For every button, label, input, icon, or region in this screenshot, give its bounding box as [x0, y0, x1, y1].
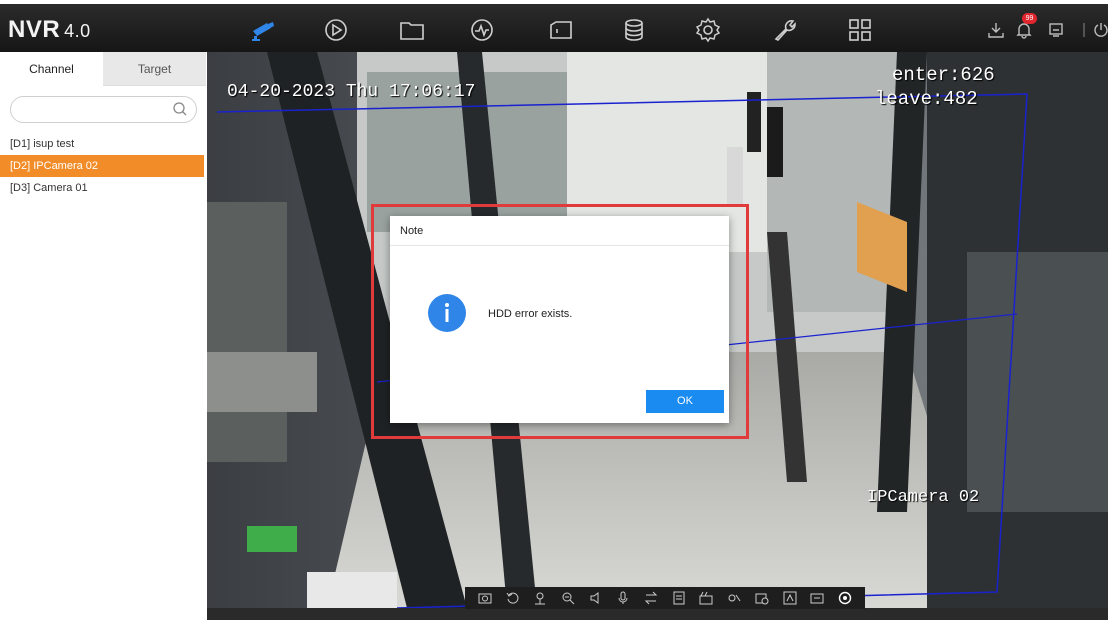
channel-item-d1[interactable]: [D1] isup test [0, 133, 204, 155]
live-view-icon[interactable] [248, 15, 278, 45]
search-input[interactable] [21, 97, 171, 122]
dialog-title: Note [400, 225, 424, 237]
top-navigation-bar: NVR 4.0 99 [0, 0, 1108, 52]
osd-timestamp: 04-20-2023 Thu 17:06:17 [227, 82, 476, 102]
clip-icon[interactable] [698, 590, 714, 606]
zoom-out-icon[interactable] [560, 590, 576, 606]
capture-icon[interactable] [477, 590, 493, 606]
dialog-message: HDD error exists. [488, 308, 573, 320]
download-icon[interactable] [985, 19, 1007, 41]
lock-screen-icon[interactable] [1045, 19, 1067, 41]
maintenance-icon[interactable] [770, 15, 800, 45]
note-dialog: Note HDD error exists. OK [390, 216, 729, 423]
status-icon[interactable] [809, 590, 825, 606]
target-tracking-icon[interactable] [837, 590, 853, 606]
tab-channel[interactable]: Channel [0, 52, 103, 86]
menu-grid-icon[interactable] [845, 15, 875, 45]
channel-item-d2[interactable]: [D2] IPCamera 02 [0, 155, 204, 177]
osd-camera-name: IPCamera 02 [867, 488, 980, 507]
channel-search [10, 96, 197, 123]
camera-management-icon[interactable] [546, 15, 576, 45]
channel-item-d3[interactable]: [D3] Camera 01 [0, 177, 204, 199]
app-logo: NVR 4.0 [8, 16, 91, 44]
channel-panel: Channel Target [D1] isup test [D2] IPCam… [0, 52, 207, 620]
stream-switch-icon[interactable] [643, 590, 659, 606]
camera-settings-icon[interactable] [754, 590, 770, 606]
smart-analysis-icon[interactable] [467, 15, 497, 45]
instant-playback-icon[interactable] [505, 590, 521, 606]
ptz-icon[interactable] [532, 590, 548, 606]
info-icon [428, 294, 466, 332]
fisheye-icon[interactable] [726, 590, 742, 606]
bottom-status-strip [207, 608, 1108, 620]
audio-icon[interactable] [588, 590, 604, 606]
microphone-icon[interactable] [615, 590, 631, 606]
tab-target[interactable]: Target [103, 52, 206, 86]
video-toolbar [465, 587, 865, 609]
ok-button[interactable]: OK [646, 390, 724, 413]
info-list-icon[interactable] [671, 590, 687, 606]
osd-leave-count: leave:482 [875, 88, 978, 110]
search-icon[interactable] [172, 101, 188, 117]
dialog-header: Note [390, 216, 729, 246]
power-icon[interactable] [1090, 19, 1108, 41]
logo-name: NVR [8, 16, 61, 43]
osd-enter-count: enter:626 [892, 64, 995, 86]
logo-version: 4.0 [64, 21, 91, 41]
smart-detection-icon[interactable] [782, 590, 798, 606]
playback-icon[interactable] [321, 15, 351, 45]
file-management-icon[interactable] [397, 15, 427, 45]
storage-icon[interactable] [619, 15, 649, 45]
panel-tabs: Channel Target [0, 52, 207, 86]
alarm-count-badge: 99 [1022, 13, 1037, 24]
configuration-icon[interactable] [693, 15, 723, 45]
